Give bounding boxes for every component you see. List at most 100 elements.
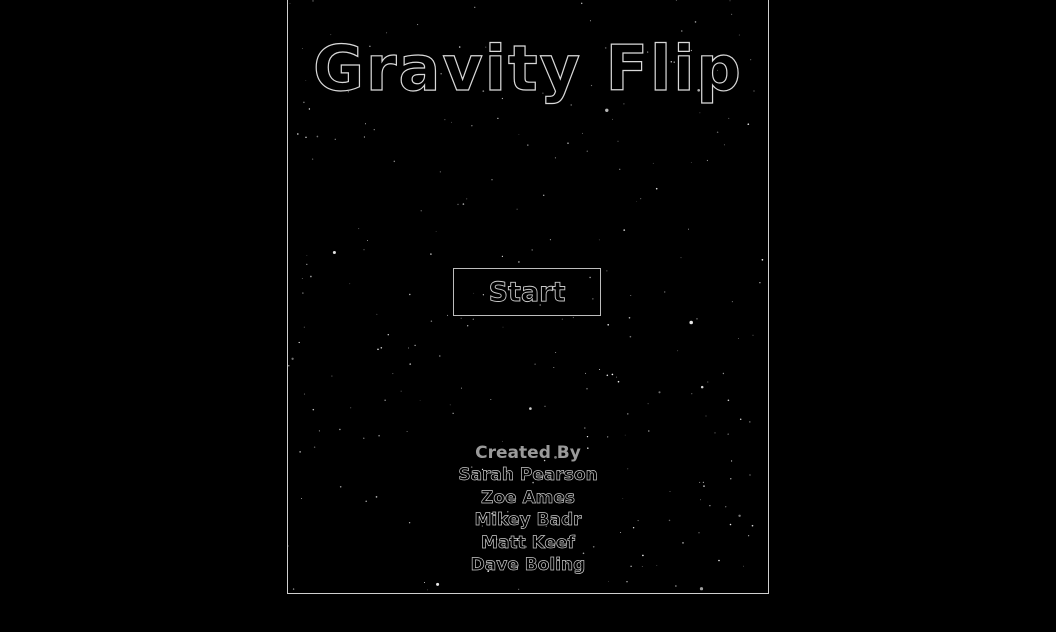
star xyxy=(376,313,378,315)
star xyxy=(501,255,504,258)
star xyxy=(542,194,545,197)
star xyxy=(567,142,569,144)
star xyxy=(680,257,682,259)
star xyxy=(689,320,693,325)
star xyxy=(553,366,555,369)
star xyxy=(626,581,628,583)
star xyxy=(690,162,692,164)
star xyxy=(617,140,619,142)
star xyxy=(460,387,462,389)
star xyxy=(451,121,452,123)
star xyxy=(624,434,626,436)
star xyxy=(652,162,654,164)
star xyxy=(722,372,725,375)
star xyxy=(350,407,352,409)
star xyxy=(572,316,575,319)
star xyxy=(491,179,493,181)
star xyxy=(306,254,308,256)
star xyxy=(392,373,394,375)
star xyxy=(462,203,465,205)
star xyxy=(607,323,610,326)
star xyxy=(316,135,319,138)
star xyxy=(339,428,341,431)
star xyxy=(311,158,314,160)
star xyxy=(364,123,367,125)
star xyxy=(534,363,536,365)
star xyxy=(466,198,468,200)
star xyxy=(580,2,583,5)
star xyxy=(619,168,621,170)
star xyxy=(630,294,632,296)
star xyxy=(696,318,698,320)
star xyxy=(636,201,638,203)
star xyxy=(529,407,532,410)
star xyxy=(400,390,402,392)
star xyxy=(308,108,311,110)
star xyxy=(471,125,473,127)
star xyxy=(467,325,469,327)
star xyxy=(424,582,425,583)
star xyxy=(393,160,396,163)
star xyxy=(761,258,764,261)
star xyxy=(447,314,449,316)
star xyxy=(331,375,333,377)
star xyxy=(452,412,454,414)
star xyxy=(623,229,626,231)
star xyxy=(586,435,589,438)
star xyxy=(555,351,557,353)
star xyxy=(363,249,365,251)
star xyxy=(739,418,742,420)
star xyxy=(334,138,336,140)
star xyxy=(731,301,733,303)
star xyxy=(664,291,666,293)
star xyxy=(586,387,588,390)
start-button-label: Start xyxy=(488,276,566,308)
star xyxy=(699,587,704,591)
star xyxy=(373,129,375,131)
star xyxy=(358,228,360,230)
star xyxy=(606,374,609,377)
credit-name: Matt Keef xyxy=(481,532,576,553)
star xyxy=(706,159,708,162)
star xyxy=(497,117,499,120)
start-button[interactable]: Start xyxy=(453,268,601,316)
star xyxy=(318,430,320,432)
star xyxy=(628,317,631,319)
star xyxy=(363,136,365,138)
credit-name: Zoe Ames xyxy=(481,487,576,508)
star xyxy=(378,434,380,437)
star xyxy=(366,239,369,242)
star xyxy=(694,21,697,23)
star xyxy=(554,157,556,159)
star xyxy=(691,393,693,395)
star xyxy=(472,318,474,320)
star xyxy=(612,118,613,120)
star xyxy=(749,421,751,423)
star xyxy=(303,101,305,104)
star xyxy=(707,381,709,383)
star xyxy=(417,24,419,26)
star xyxy=(387,333,390,336)
star xyxy=(677,350,679,352)
game-canvas[interactable]: Gravity Flip Start Created By Sarah Pear… xyxy=(287,0,769,594)
star xyxy=(531,249,533,251)
star xyxy=(291,357,294,360)
star xyxy=(460,317,462,319)
star xyxy=(384,399,386,401)
star xyxy=(292,588,295,590)
star xyxy=(430,320,433,322)
star xyxy=(759,282,761,284)
star xyxy=(731,13,733,15)
star xyxy=(728,117,730,119)
star xyxy=(589,20,591,22)
star xyxy=(586,150,588,152)
star xyxy=(607,436,609,438)
star xyxy=(332,250,336,255)
star xyxy=(714,432,716,434)
star xyxy=(616,376,618,378)
star xyxy=(298,341,300,344)
star xyxy=(527,144,529,146)
star xyxy=(288,365,290,367)
star xyxy=(598,239,600,241)
star xyxy=(549,239,551,241)
